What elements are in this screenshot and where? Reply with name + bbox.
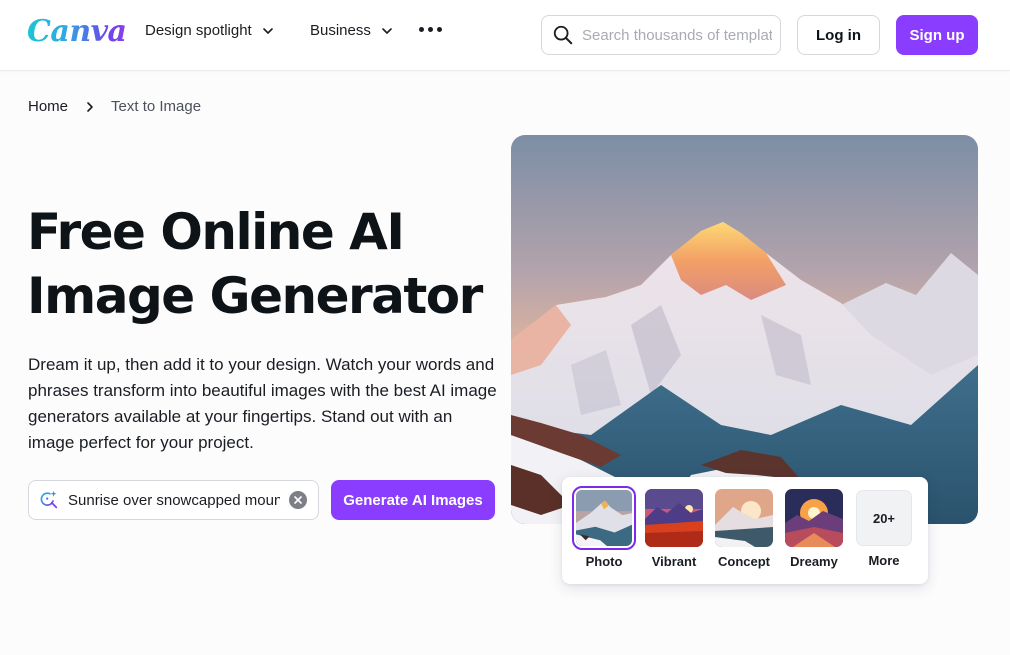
login-button[interactable]: Log in — [797, 15, 880, 55]
search-input[interactable] — [582, 26, 772, 44]
style-label: Concept — [718, 554, 770, 569]
nav-business[interactable]: Business — [310, 22, 393, 39]
style-option-photo[interactable]: Photo — [572, 486, 636, 569]
hero-image — [511, 135, 978, 524]
prompt-field — [28, 480, 319, 520]
generate-ai-images-button[interactable]: Generate AI Images — [331, 480, 495, 520]
signup-button[interactable]: Sign up — [896, 15, 978, 55]
canva-logo[interactable]: Canva — [27, 14, 127, 49]
chevron-right-icon — [87, 101, 93, 112]
nav-label: Design spotlight — [145, 22, 252, 39]
breadcrumb-home[interactable]: Home — [28, 98, 68, 115]
style-thumbnail-vibrant — [645, 489, 703, 547]
mountain-image — [511, 135, 978, 524]
page-title: Free Online AI Image Generator — [27, 203, 483, 325]
style-label: Photo — [585, 554, 623, 569]
style-thumbnail-dreamy — [785, 489, 843, 547]
top-nav: Canva Design spotlight Business Log in S… — [0, 0, 1010, 71]
magic-search-icon — [40, 490, 58, 509]
breadcrumb: Home Text to Image — [28, 98, 201, 115]
style-option-more[interactable]: 20+ More — [854, 489, 914, 568]
chevron-down-icon — [382, 27, 392, 34]
search-box — [541, 15, 781, 55]
clear-prompt-button[interactable] — [289, 491, 307, 509]
style-thumbnail-concept — [715, 489, 773, 547]
more-styles-count: 20+ — [856, 490, 912, 546]
style-label: More — [868, 553, 900, 568]
chevron-down-icon — [262, 27, 273, 34]
prompt-input[interactable] — [68, 491, 280, 509]
hero-description: Dream it up, then add it to your design.… — [28, 355, 497, 452]
style-option-dreamy[interactable]: Dreamy — [784, 489, 844, 569]
more-horizontal-icon[interactable] — [419, 27, 442, 32]
style-thumbnail-photo — [572, 486, 636, 550]
nav-design-spotlight[interactable]: Design spotlight — [145, 22, 274, 39]
style-label: Vibrant — [651, 554, 697, 569]
style-picker: Photo Vibrant Concept Dreamy 20+ More — [562, 477, 928, 584]
style-label: Dreamy — [790, 554, 838, 569]
close-icon — [294, 496, 302, 504]
breadcrumb-current: Text to Image — [111, 98, 202, 115]
search-icon — [553, 25, 573, 45]
style-option-concept[interactable]: Concept — [714, 489, 774, 569]
nav-label: Business — [310, 22, 371, 39]
style-option-vibrant[interactable]: Vibrant — [644, 489, 704, 569]
